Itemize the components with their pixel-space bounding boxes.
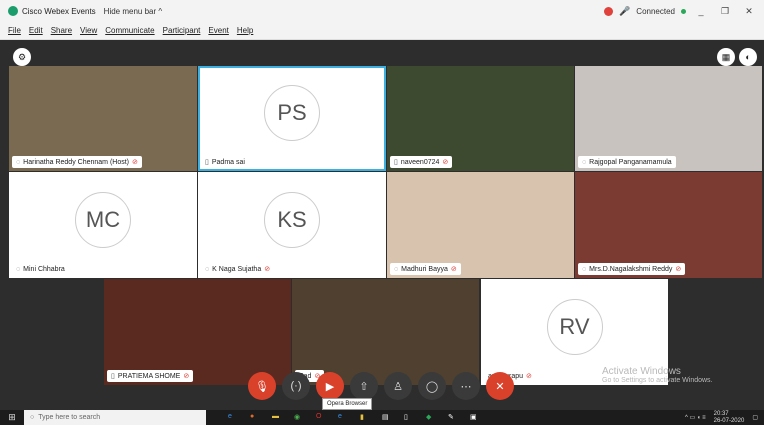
- participant-name-tag: ◌ Harinatha Reddy Chennam (Host) ⊘: [12, 156, 142, 168]
- chat-button[interactable]: ◯: [418, 372, 446, 400]
- menu-participant[interactable]: Participant: [163, 26, 201, 35]
- minimize-button[interactable]: _: [692, 6, 710, 16]
- record-icon[interactable]: [604, 6, 614, 16]
- tooltip: Opera Browser: [322, 398, 373, 410]
- menu-help[interactable]: Help: [237, 26, 253, 35]
- video-button[interactable]: ▶: [316, 372, 344, 400]
- video-stage: ⚙ ▦ ◐ ◌ Harinatha Reddy Chennam (Host) ⊘ P…: [0, 40, 764, 410]
- video-tile[interactable]: Pad⊘: [292, 279, 479, 385]
- webex-logo-icon: [8, 6, 18, 16]
- avatar: PS: [264, 85, 320, 142]
- mic-muted-icon: ⊘: [450, 266, 457, 273]
- layout-icon[interactable]: ◐: [739, 48, 757, 66]
- grid-view-icon[interactable]: ▦: [717, 48, 735, 66]
- settings-icon[interactable]: ⚙: [13, 48, 31, 66]
- microphone-icon: ◌: [16, 158, 21, 166]
- opera-icon[interactable]: O: [316, 413, 326, 423]
- restore-button[interactable]: ❐: [716, 6, 734, 17]
- microphone-icon: ◌: [205, 265, 210, 273]
- share-button[interactable]: ⇧: [350, 372, 378, 400]
- microphone-icon: ◌: [16, 265, 21, 273]
- mic-muted-icon: ⊘: [526, 373, 532, 380]
- participants-button[interactable]: ♙: [384, 372, 412, 400]
- participant-name-tag: ▯ naveen0724 ⊘: [390, 156, 453, 168]
- video-tile[interactable]: ◌ Madhuri Bayya ⊘: [387, 172, 574, 278]
- webex-taskbar-icon[interactable]: ◆: [426, 413, 436, 423]
- video-tile[interactable]: ◌ Harinatha Reddy Chennam (Host) ⊘: [9, 66, 197, 171]
- menu-share[interactable]: Share: [51, 26, 72, 35]
- mic-muted-icon: 🎤: [619, 5, 631, 16]
- phone-icon: ▯: [205, 159, 209, 166]
- microphone-icon: ◌: [582, 158, 587, 166]
- hide-menu-bar-button[interactable]: Hide menu bar ^: [104, 7, 162, 16]
- connected-dot-icon: [681, 8, 686, 14]
- more-button[interactable]: ⋯: [452, 372, 480, 400]
- activate-windows-watermark: Activate Windows Go to Settings to activ…: [602, 366, 713, 384]
- video-tile[interactable]: MC ◌ Mini Chhabra: [9, 172, 197, 278]
- windows-start-icon[interactable]: ⊞: [0, 412, 24, 423]
- audio-button[interactable]: (·): [282, 372, 310, 400]
- microphone-icon: ◌: [582, 265, 587, 273]
- mic-muted-icon: ⊘: [264, 266, 271, 273]
- clock[interactable]: 20:37 26-07-2020: [714, 411, 745, 425]
- photos-icon[interactable]: ▣: [470, 413, 480, 423]
- video-tile[interactable]: KS ◌ K Naga Sujatha ⊘: [198, 172, 386, 278]
- participant-name-tag: ◌ K Naga Sujatha ⊘: [201, 263, 275, 275]
- video-tile[interactable]: ◌ Rajgopal Panganamamula: [575, 66, 762, 171]
- close-button[interactable]: ✕: [740, 6, 758, 17]
- search-icon: ○: [30, 414, 35, 421]
- firefox-icon[interactable]: ●: [250, 413, 260, 423]
- avatar: MC: [75, 191, 131, 248]
- tray-icons[interactable]: ^ ▭ ◖ ≡: [685, 414, 706, 421]
- menu-event[interactable]: Event: [208, 26, 228, 35]
- chrome-icon[interactable]: ◉: [294, 413, 304, 423]
- notification-icon[interactable]: ▢: [752, 414, 758, 421]
- participant-name-tag: ◌ Rajgopal Panganamamula: [578, 156, 676, 168]
- taskbar-search-input[interactable]: ○ Type here to search: [24, 410, 206, 425]
- participant-name-tag: ◌ Mrs.D.Nagalakshmi Reddy ⊘: [578, 263, 686, 275]
- file-explorer-icon[interactable]: ▬: [272, 413, 282, 423]
- menu-edit[interactable]: Edit: [29, 26, 43, 35]
- avatar: RV: [546, 298, 603, 355]
- document-icon[interactable]: ▯: [404, 413, 414, 423]
- store-icon[interactable]: ▤: [382, 413, 392, 423]
- menu-communicate[interactable]: Communicate: [105, 26, 154, 35]
- avatar: KS: [264, 191, 320, 248]
- participant-name-tag: ▯ PRATIEMA SHOME ⊘: [107, 370, 194, 382]
- video-tile[interactable]: ◌ Mrs.D.Nagalakshmi Reddy ⊘: [575, 172, 762, 278]
- meeting-controls: 🎙 (·) ▶ ⇧ ♙ ◯ ⋯ ✕: [248, 372, 514, 400]
- video-tile[interactable]: ▯ naveen0724 ⊘: [387, 66, 574, 171]
- mute-button[interactable]: 🎙: [248, 372, 276, 400]
- taskbar: ⊞ ○ Type here to search e ● ▬ ◉ O e ▮ ▤ …: [0, 410, 764, 425]
- video-tile[interactable]: PS ▯ Padma sai: [198, 66, 386, 171]
- phone-icon: ▯: [394, 159, 398, 166]
- mic-muted-icon: ⊘: [442, 159, 449, 166]
- edge-icon[interactable]: e: [228, 413, 238, 423]
- mic-muted-icon: ⊘: [183, 373, 190, 380]
- participant-name-tag: ▯ Padma sai: [201, 156, 249, 168]
- leave-button[interactable]: ✕: [486, 372, 514, 400]
- microphone-icon: ◌: [394, 265, 399, 273]
- connection-status: Connected: [636, 6, 675, 16]
- phone-icon: ▯: [111, 373, 115, 380]
- title-bar: Cisco Webex Events Hide menu bar ^ 🎤 Con…: [0, 0, 764, 22]
- menu-file[interactable]: File: [8, 26, 21, 35]
- mic-muted-icon: ⊘: [675, 266, 682, 273]
- ie-icon[interactable]: e: [338, 413, 348, 423]
- menu-view[interactable]: View: [80, 26, 97, 35]
- app-icon[interactable]: ▮: [360, 413, 370, 423]
- video-tile[interactable]: ▯ PRATIEMA SHOME ⊘: [104, 279, 291, 385]
- participant-name-tag: ◌ Madhuri Bayya ⊘: [390, 263, 461, 275]
- participant-name-tag: ◌ Mini Chhabra: [12, 263, 69, 275]
- app-title: Cisco Webex Events: [22, 6, 96, 16]
- menu-bar: File Edit Share View Communicate Partici…: [0, 22, 764, 40]
- mic-muted-icon: ⊘: [132, 159, 138, 166]
- system-tray: ^ ▭ ◖ ≡ 20:37 26-07-2020 ▢: [685, 410, 758, 425]
- tool-icon[interactable]: ✎: [448, 413, 458, 423]
